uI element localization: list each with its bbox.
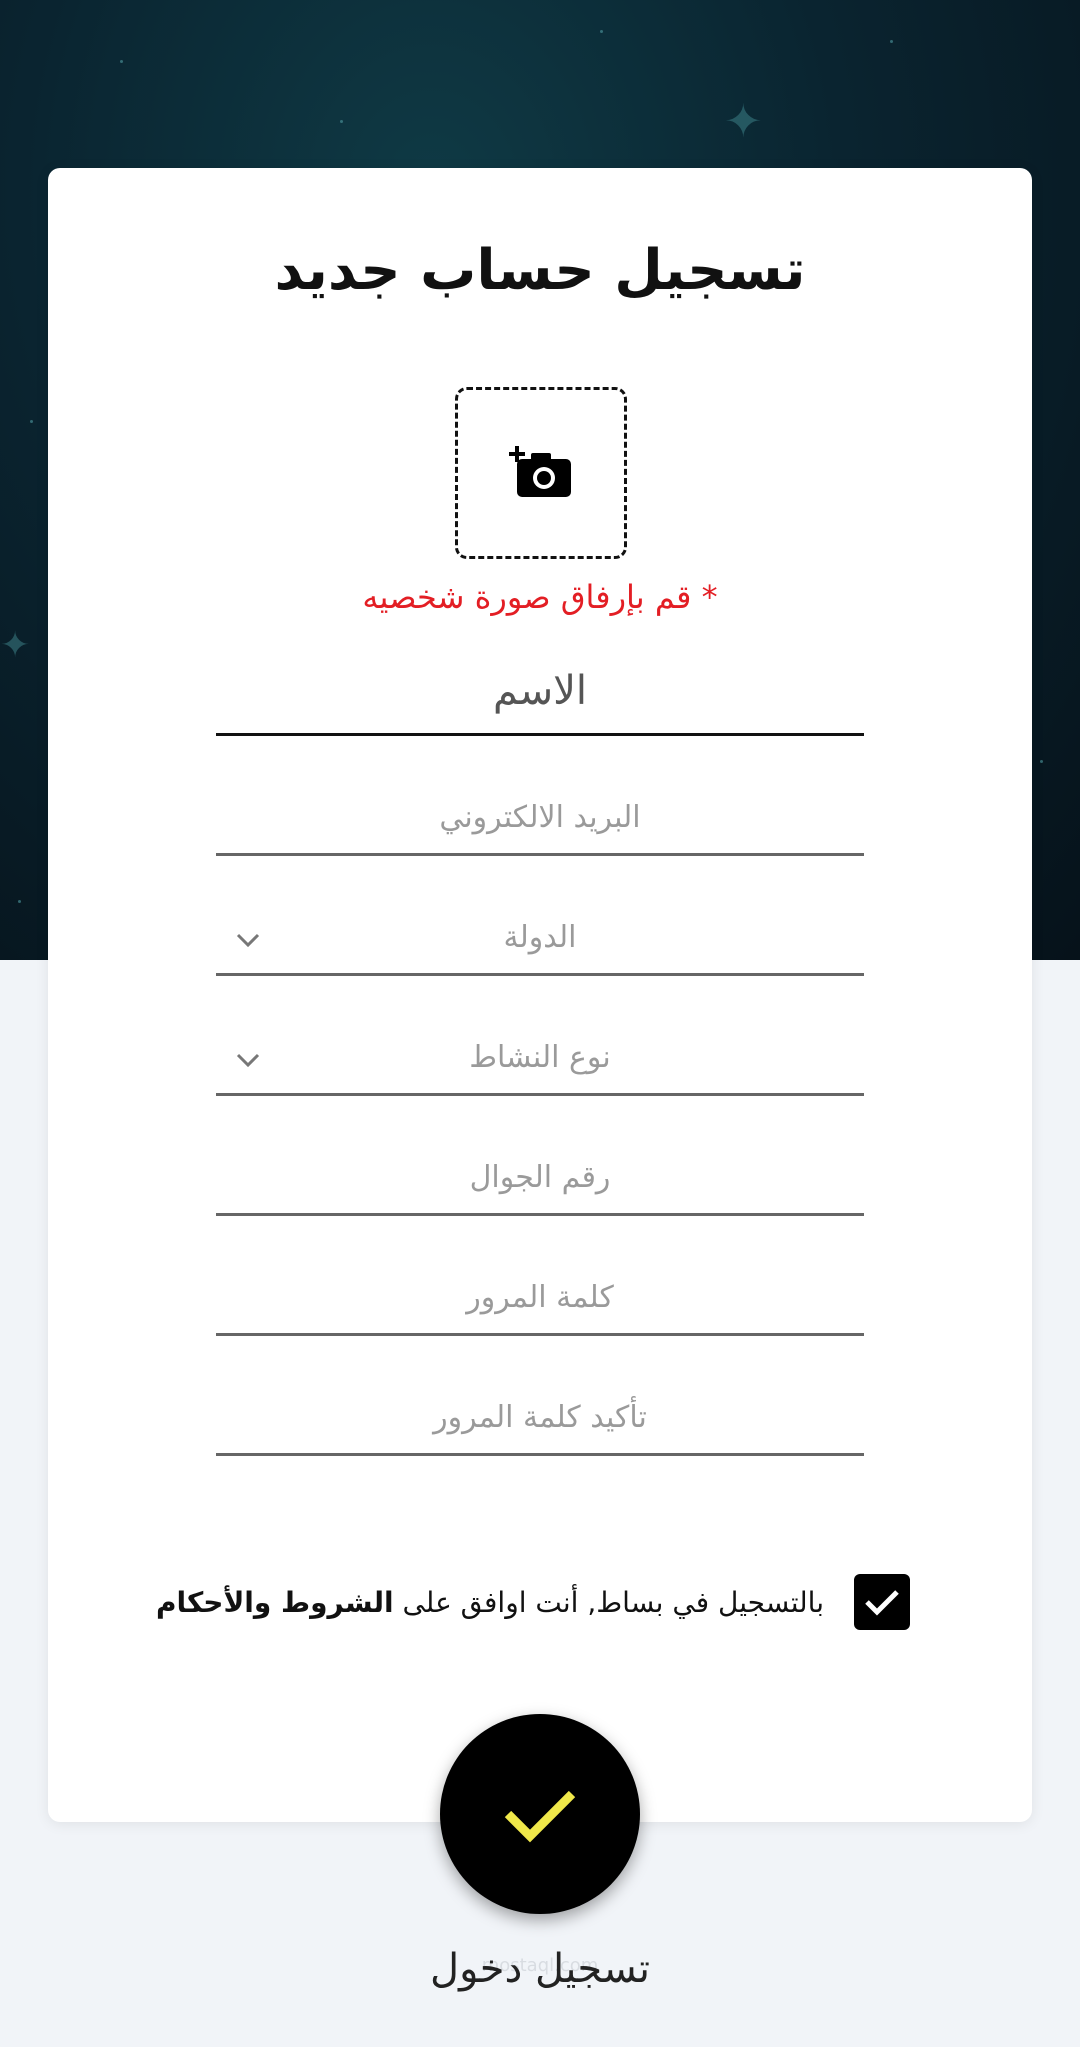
login-link[interactable]: تسجيل دخول	[0, 1946, 1080, 1992]
terms-prefix: بالتسجيل في بساط, أنت اوافق على	[393, 1585, 824, 1619]
password-field[interactable]: كلمة المرور	[216, 1280, 864, 1336]
chevron-down-icon	[236, 1053, 260, 1068]
submit-button[interactable]	[440, 1714, 640, 1914]
camera-plus-icon	[509, 446, 571, 497]
activity-type-select[interactable]: نوع النشاط	[216, 1040, 864, 1096]
terms-checkbox[interactable]	[854, 1574, 910, 1630]
sparkle-icon: ✦	[0, 625, 31, 666]
country-select-placeholder: الدولة	[503, 920, 577, 955]
terms-text: بالتسجيل في بساط, أنت اوافق على الشروط و…	[156, 1586, 824, 1619]
avatar-upload-button[interactable]	[455, 387, 627, 559]
confirm-password-placeholder: تأكيد كلمة المرور	[433, 1400, 647, 1435]
phone-field[interactable]: رقم الجوال	[216, 1160, 864, 1216]
email-field[interactable]: البريد الالكتروني	[216, 800, 864, 856]
name-field-label: الاسم	[492, 668, 588, 714]
page-title: تسجيل حساب جديد	[274, 238, 806, 303]
check-icon	[865, 1590, 899, 1616]
name-field[interactable]: الاسم	[216, 668, 864, 736]
phone-field-placeholder: رقم الجوال	[469, 1160, 611, 1195]
terms-row: بالتسجيل في بساط, أنت اوافق على الشروط و…	[150, 1572, 910, 1632]
avatar-upload-hint: * قم بإرفاق صورة شخصيه	[362, 578, 718, 616]
terms-link[interactable]: الشروط والأحكام	[156, 1586, 394, 1619]
chevron-down-icon	[236, 933, 260, 948]
activity-type-placeholder: نوع النشاط	[469, 1040, 611, 1075]
confirm-password-field[interactable]: تأكيد كلمة المرور	[216, 1400, 864, 1456]
email-field-placeholder: البريد الالكتروني	[439, 800, 641, 835]
check-icon	[504, 1790, 576, 1843]
password-field-placeholder: كلمة المرور	[466, 1280, 614, 1315]
country-select[interactable]: الدولة	[216, 920, 864, 976]
sparkle-icon: ✦	[724, 94, 763, 148]
